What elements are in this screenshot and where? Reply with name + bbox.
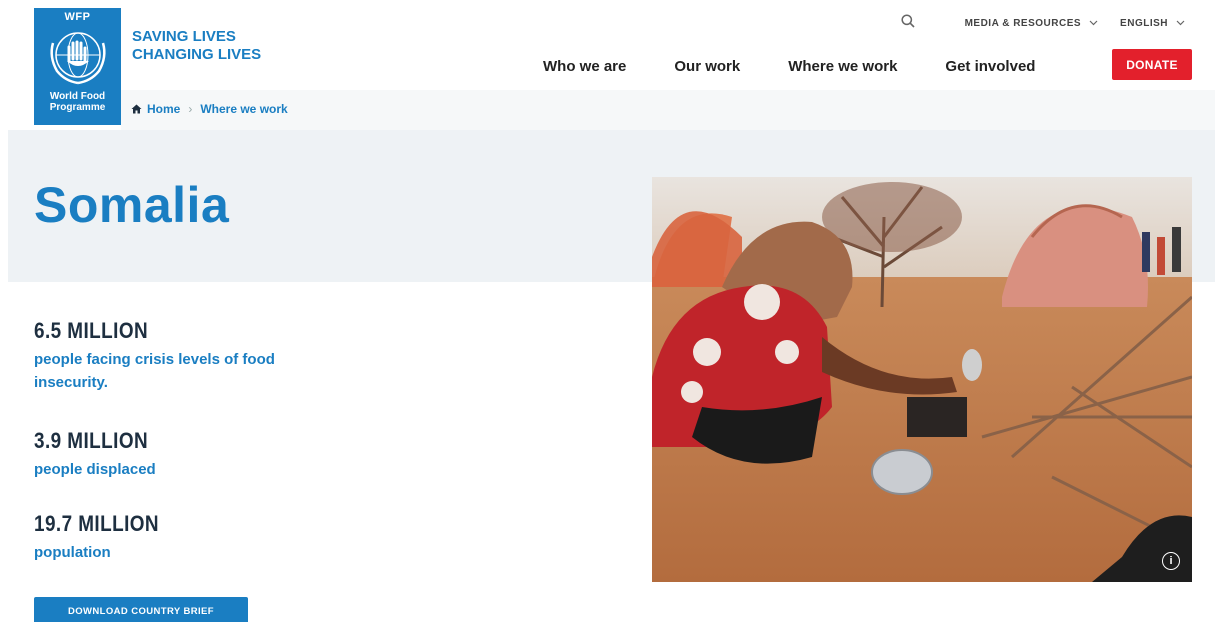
breadcrumb-current[interactable]: Where we work [200,102,287,116]
stat-label: population [34,544,111,561]
breadcrumb-home[interactable]: Home [147,102,180,116]
donate-button[interactable]: DONATE [1112,49,1192,80]
page-title: Somalia [34,177,230,233]
chevron-down-icon [1176,20,1185,26]
tagline-line1: SAVING LIVES [132,28,236,45]
stat-population: 19.7 MILLION population [34,511,344,564]
logo-abbreviation: WFP [64,11,91,23]
stat-displaced: 3.9 MILLION people displaced [34,428,344,481]
logo-name-line1: World Food [49,91,106,102]
breadcrumb: Home › Where we work [131,102,288,116]
home-icon [131,104,142,114]
chevron-down-icon [1089,20,1098,26]
utility-nav: MEDIA & RESOURCES ENGLISH [901,13,1185,33]
info-icon[interactable]: i [1162,552,1180,570]
nav-our-work[interactable]: Our work [674,58,740,75]
breadcrumb-separator-icon: › [188,102,193,116]
stat-label: people displaced [34,461,156,478]
wfp-logo[interactable]: WFP World Food Programme [34,8,121,125]
stat-value: 6.5 MILLION [34,318,149,343]
nav-who-we-are[interactable]: Who we are [543,58,626,75]
media-resources-menu[interactable]: MEDIA & RESOURCES [965,18,1098,29]
download-country-brief-button[interactable]: DOWNLOAD COUNTRY BRIEF [34,597,248,622]
language-label: ENGLISH [1120,17,1168,29]
hero-photo-illustration [652,177,1192,582]
stat-value: 19.7 MILLION [34,511,160,536]
stat-label: people facing crisis levels of food inse… [34,351,275,391]
nav-get-involved[interactable]: Get involved [945,58,1035,75]
search-icon[interactable] [901,13,915,33]
wfp-emblem-icon [49,32,106,85]
stat-value: 3.9 MILLION [34,428,149,453]
stat-food-insecurity: 6.5 MILLION people facing crisis levels … [34,318,344,394]
page: WFP World Food Programme SAVING LIVES CH… [0,0,1215,622]
nav-where-we-work[interactable]: Where we work [788,58,897,75]
main-nav: Who we are Our work Where we work Get in… [543,52,1083,80]
media-resources-label: MEDIA & RESOURCES [964,17,1082,29]
tagline-line2: CHANGING LIVES [132,46,262,63]
logo-name-line2: Programme [49,102,106,113]
tagline: SAVING LIVES CHANGING LIVES [132,28,261,64]
language-menu[interactable]: ENGLISH [1120,18,1185,29]
hero-photo: i [652,177,1192,582]
